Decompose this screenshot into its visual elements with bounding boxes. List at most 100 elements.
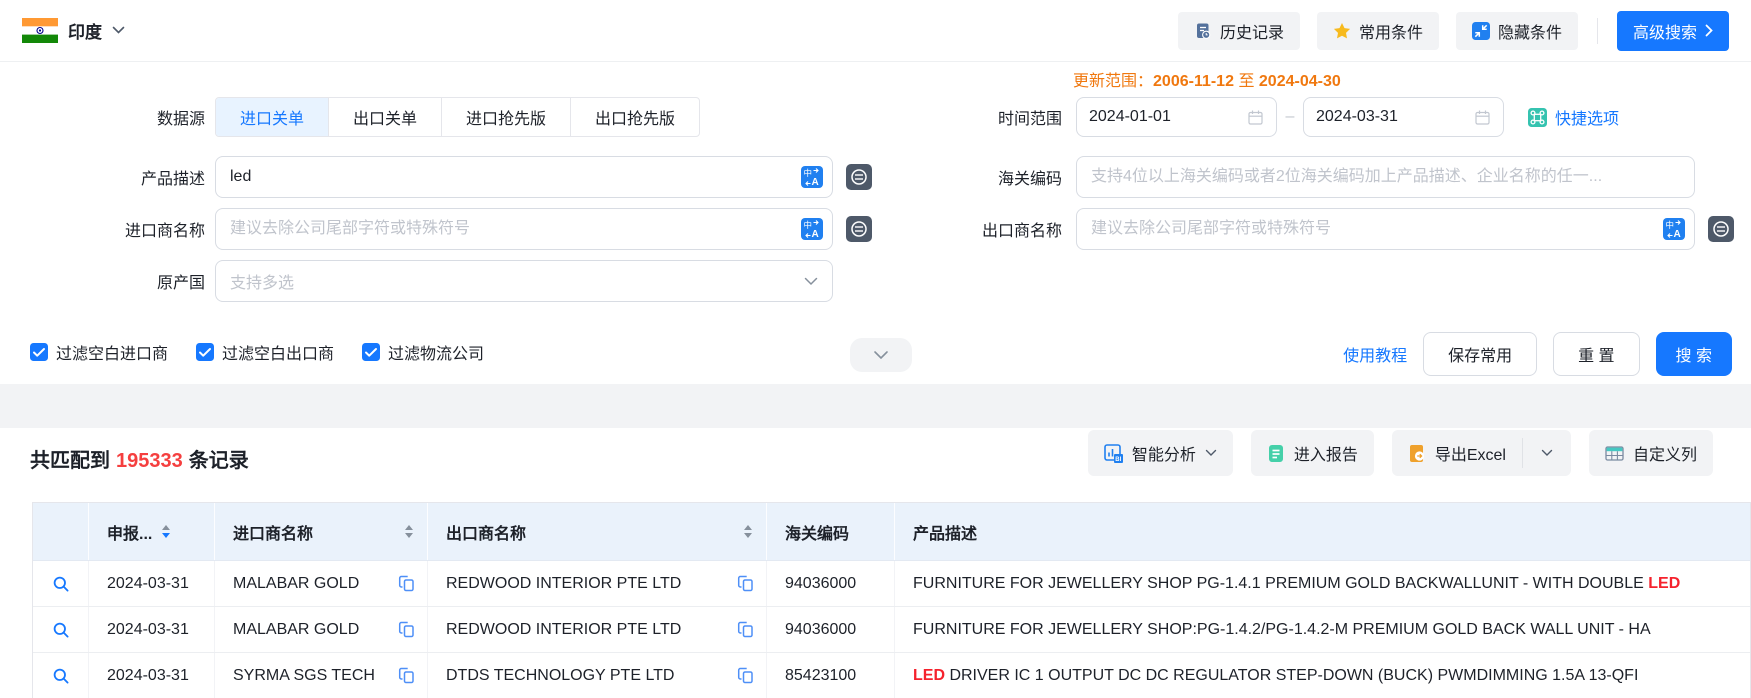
translate-icon[interactable]: 中 A bbox=[1663, 218, 1685, 240]
exclude-filter-icon[interactable] bbox=[1708, 216, 1734, 242]
filter-logistics-checkbox[interactable]: 过滤物流公司 bbox=[362, 340, 484, 364]
history-button[interactable]: 历史记录 bbox=[1177, 11, 1300, 50]
hs-code-cell: 94036000 bbox=[767, 607, 895, 652]
hide-conditions-button[interactable]: 隐藏条件 bbox=[1455, 11, 1578, 50]
smart-analysis-button[interactable]: BI 智能分析 bbox=[1087, 430, 1233, 476]
exclude-filter-icon[interactable] bbox=[846, 164, 872, 190]
chevron-right-icon bbox=[1705, 24, 1713, 37]
summary-prefix: 共匹配到 bbox=[30, 450, 110, 472]
translate-icon[interactable]: 中 A bbox=[801, 218, 823, 240]
export-options-toggle[interactable] bbox=[1523, 430, 1571, 476]
header-product-desc: 产品描述 bbox=[913, 525, 978, 543]
checkbox-checked-icon bbox=[362, 343, 381, 361]
filter-blank-exporter-checkbox[interactable]: 过滤空白出口商 bbox=[196, 340, 334, 364]
country-selector[interactable]: 印度 bbox=[22, 18, 125, 43]
start-date-input[interactable] bbox=[1076, 97, 1277, 137]
section-divider-band bbox=[0, 384, 1751, 428]
translate-icon[interactable]: 中 A bbox=[801, 166, 823, 188]
tab-import-preview[interactable]: 进口抢先版 bbox=[441, 98, 570, 136]
calendar-icon[interactable] bbox=[1247, 109, 1264, 126]
date-cell: 2024-03-31 bbox=[89, 653, 215, 698]
date-separator: – bbox=[1285, 108, 1295, 125]
results-table: 申报... 进口商名称 出口商名称 海关编码 产品描述 2024-03-31 M… bbox=[32, 502, 1751, 698]
update-range: 更新范围：2006-11-12 至 2024-04-30 bbox=[1073, 67, 1341, 91]
svg-text:A: A bbox=[1674, 229, 1681, 240]
sort-control[interactable] bbox=[162, 525, 171, 538]
filter-label: 过滤物流公司 bbox=[388, 346, 485, 363]
divider bbox=[1596, 17, 1598, 44]
save-favorite-button[interactable]: 保存常用 bbox=[1423, 332, 1538, 376]
copy-icon[interactable] bbox=[398, 621, 415, 638]
hs-code-row: 海关编码 bbox=[872, 156, 1695, 198]
enter-report-button[interactable]: 进入报告 bbox=[1250, 430, 1374, 476]
copy-icon[interactable] bbox=[737, 575, 754, 592]
keyword-highlight: LED bbox=[913, 666, 945, 684]
star-icon bbox=[1333, 22, 1351, 40]
origin-select[interactable]: 支持多选 bbox=[215, 260, 833, 302]
command-icon bbox=[1528, 107, 1547, 127]
custom-columns-button[interactable]: 自定义列 bbox=[1588, 430, 1713, 476]
calendar-icon[interactable] bbox=[1474, 109, 1491, 126]
quick-options-link[interactable]: 快捷选项 bbox=[1528, 105, 1619, 129]
copy-icon[interactable] bbox=[398, 575, 415, 592]
bi-chart-icon: BI bbox=[1104, 443, 1123, 463]
history-label: 历史记录 bbox=[1219, 24, 1284, 42]
copy-icon[interactable] bbox=[737, 667, 754, 684]
form-actions: 使用教程 保存常用 重 置 搜 索 bbox=[1343, 332, 1732, 376]
detail-cell bbox=[33, 653, 89, 698]
advanced-search-button[interactable]: 高级搜索 bbox=[1616, 10, 1729, 51]
update-range-end: 2024-04-30 bbox=[1258, 73, 1341, 90]
magnifier-icon[interactable] bbox=[52, 667, 70, 685]
tab-export-declaration[interactable]: 出口关单 bbox=[328, 98, 441, 136]
collapse-form-toggle[interactable] bbox=[850, 338, 912, 372]
end-date-input[interactable] bbox=[1303, 97, 1504, 137]
chevron-down-icon bbox=[804, 277, 818, 286]
export-excel-group: 导出Excel bbox=[1391, 430, 1571, 476]
detail-cell bbox=[33, 561, 89, 606]
data-source-label: 数据源 bbox=[156, 111, 205, 128]
summary-suffix: 条记录 bbox=[188, 450, 249, 472]
product-desc-cell: LED DRIVER IC 1 OUTPUT DC DC REGULATOR S… bbox=[913, 666, 1639, 684]
smart-analysis-label: 智能分析 bbox=[1131, 447, 1196, 464]
importer-input[interactable] bbox=[215, 208, 833, 250]
sort-control[interactable] bbox=[744, 525, 752, 538]
magnifier-icon[interactable] bbox=[52, 621, 70, 639]
hs-code-label: 海关编码 bbox=[997, 171, 1062, 188]
keyword-highlight: LED bbox=[1648, 574, 1681, 592]
start-date-value[interactable] bbox=[1089, 108, 1219, 126]
reset-button[interactable]: 重 置 bbox=[1553, 332, 1640, 376]
product-desc-row: 产品描述 中 A bbox=[0, 156, 872, 198]
data-source-tabs: 进口关单 出口关单 进口抢先版 出口抢先版 bbox=[215, 97, 701, 137]
export-excel-button[interactable]: 导出Excel bbox=[1392, 430, 1522, 476]
tutorial-link[interactable]: 使用教程 bbox=[1343, 342, 1407, 366]
exclude-filter-icon[interactable] bbox=[846, 216, 872, 242]
origin-label: 原产国 bbox=[156, 275, 205, 292]
exporter-row: 出口商名称 中 A bbox=[872, 208, 1734, 250]
table-columns-icon bbox=[1605, 445, 1624, 462]
importer-row: 进口商名称 中 A bbox=[0, 208, 872, 250]
copy-icon[interactable] bbox=[737, 621, 754, 638]
quick-options-label: 快捷选项 bbox=[1555, 111, 1620, 128]
end-date-value[interactable] bbox=[1316, 108, 1446, 126]
magnifier-icon[interactable] bbox=[52, 575, 70, 593]
export-excel-label: 导出Excel bbox=[1434, 447, 1506, 464]
sort-control[interactable] bbox=[405, 525, 413, 538]
tab-export-preview[interactable]: 出口抢先版 bbox=[570, 98, 699, 136]
filter-label: 过滤空白出口商 bbox=[222, 346, 335, 363]
table-row: 2024-03-31 MALABAR GOLD REDWOOD INTERIOR… bbox=[33, 561, 1750, 607]
exporter-input[interactable] bbox=[1076, 208, 1695, 250]
search-button[interactable]: 搜 索 bbox=[1655, 332, 1732, 376]
favorites-button[interactable]: 常用条件 bbox=[1316, 11, 1439, 50]
filter-blank-importer-checkbox[interactable]: 过滤空白进口商 bbox=[30, 340, 168, 364]
origin-placeholder: 支持多选 bbox=[230, 275, 295, 292]
product-desc-label: 产品描述 bbox=[140, 171, 205, 188]
copy-icon[interactable] bbox=[398, 667, 415, 684]
update-range-start: 2006-11-12 bbox=[1153, 73, 1234, 90]
detail-cell bbox=[33, 607, 89, 652]
report-icon bbox=[1267, 444, 1285, 463]
hs-code-input[interactable] bbox=[1076, 156, 1695, 198]
product-desc-input[interactable] bbox=[215, 156, 833, 198]
tab-import-declaration[interactable]: 进口关单 bbox=[216, 98, 329, 136]
exporter-cell: REDWOOD INTERIOR PTE LTD bbox=[428, 607, 767, 652]
exporter-cell: REDWOOD INTERIOR PTE LTD bbox=[428, 561, 767, 606]
